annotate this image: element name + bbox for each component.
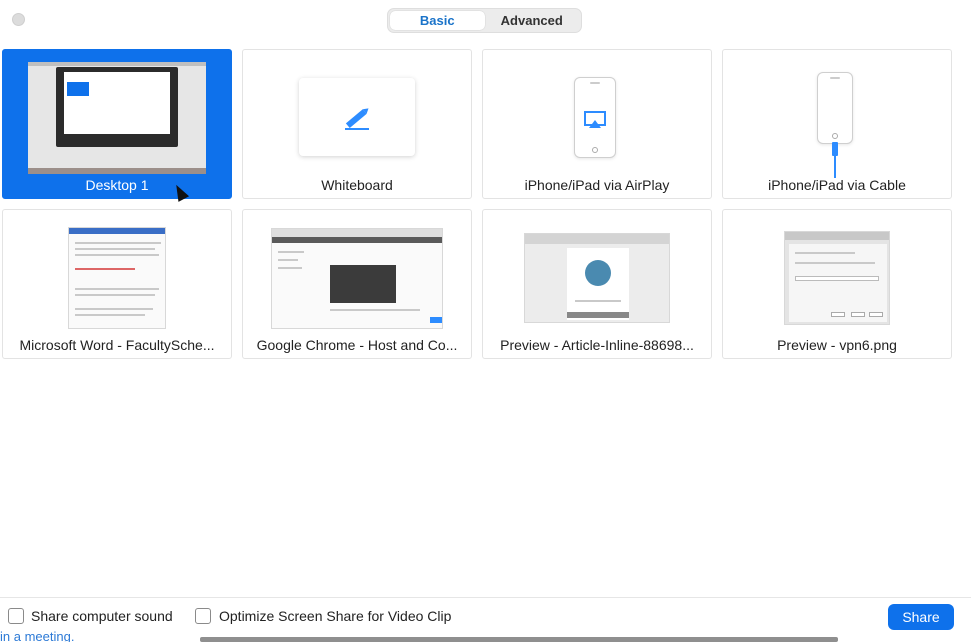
tile-label: Microsoft Word - FacultySche... — [19, 337, 215, 353]
pencil-icon — [345, 108, 369, 130]
horizontal-scrollbar[interactable] — [200, 637, 838, 642]
share-screen-window: Basic Advanced Desktop 1 Whiteboard iPho… — [0, 0, 971, 642]
tile-label: Whiteboard — [321, 177, 393, 193]
whiteboard-thumbnail — [299, 78, 415, 156]
iphone-thumbnail — [817, 72, 853, 144]
tile-label: Google Chrome - Host and Co... — [256, 337, 458, 353]
preview-vpn-thumbnail — [784, 231, 890, 325]
tile-label: Preview - Article-Inline-88698... — [500, 337, 694, 353]
tile-word[interactable]: Microsoft Word - FacultySche... — [2, 209, 232, 359]
tab-basic[interactable]: Basic — [390, 11, 485, 30]
share-sound-checkbox[interactable] — [8, 608, 24, 624]
tile-cable[interactable]: iPhone/iPad via Cable — [722, 49, 952, 199]
preview-article-thumbnail — [524, 233, 670, 323]
tab-advanced[interactable]: Advanced — [485, 11, 580, 30]
tile-airplay[interactable]: iPhone/iPad via AirPlay — [482, 49, 712, 199]
tab-switcher: Basic Advanced — [387, 8, 582, 33]
tile-label: Preview - vpn6.png — [777, 337, 897, 353]
share-sound-label[interactable]: Share computer sound — [31, 608, 173, 624]
tile-whiteboard[interactable]: Whiteboard — [242, 49, 472, 199]
tile-preview-article[interactable]: Preview - Article-Inline-88698... — [482, 209, 712, 359]
tile-label: Desktop 1 — [85, 177, 149, 193]
share-button[interactable]: Share — [888, 604, 954, 630]
tile-label: iPhone/iPad via AirPlay — [524, 177, 670, 193]
optimize-video-label[interactable]: Optimize Screen Share for Video Clip — [219, 608, 451, 624]
tile-label: iPhone/iPad via Cable — [768, 177, 906, 193]
lightning-cable-icon — [832, 142, 838, 178]
chrome-thumbnail — [271, 228, 443, 329]
optimize-video-checkbox[interactable] — [195, 608, 211, 624]
desktop-thumbnail — [28, 62, 206, 174]
word-thumbnail — [68, 227, 166, 329]
background-link-text: in a meeting. — [0, 629, 75, 642]
tile-desktop-1[interactable]: Desktop 1 — [2, 49, 232, 199]
tile-chrome[interactable]: Google Chrome - Host and Co... — [242, 209, 472, 359]
airplay-icon — [584, 111, 606, 128]
iphone-thumbnail — [574, 77, 616, 158]
window-close-button[interactable] — [12, 13, 25, 26]
tile-preview-vpn[interactable]: Preview - vpn6.png — [722, 209, 952, 359]
bottom-bar: Share computer sound Optimize Screen Sha… — [0, 597, 971, 642]
